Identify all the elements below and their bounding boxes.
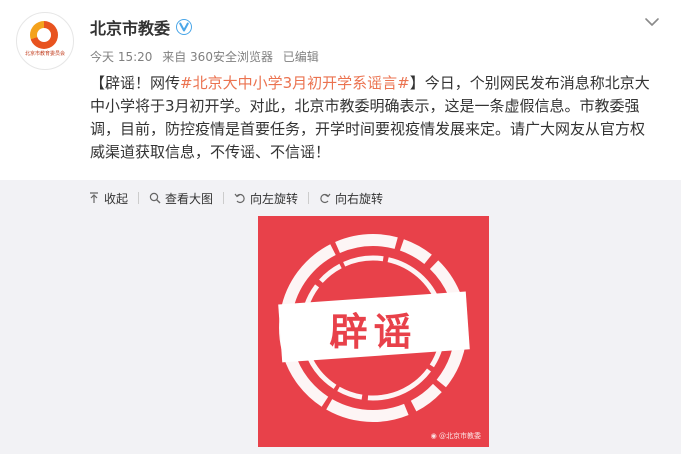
collapse-button[interactable]: 收起 [88,190,128,207]
rotate-right-button[interactable]: 向右旋转 [319,190,383,207]
media-actions: 收起 查看大图 向左旋转 向右旋转 [88,189,383,207]
chevron-down-icon[interactable] [642,14,662,28]
weibo-post: 北京市教育委员会 北京市教委 今天 15:20 来自 360安全浏览器 已编辑 … [0,0,681,454]
divider [308,192,310,204]
rotate-left-label: 向左旋转 [250,191,299,206]
edited-label[interactable]: 已编辑 [283,50,319,64]
image-watermark: ◉ @北京市教委 [431,431,481,441]
media-panel: 收起 查看大图 向左旋转 向右旋转 辟谣 ◉ @北京市教委 [0,180,681,454]
topic-link[interactable]: #北京大中小学3月初开学系谣言# [180,74,410,92]
rotate-left-icon [234,193,245,204]
view-large-button[interactable]: 查看大图 [149,190,213,207]
avatar-logo-text: 北京市教育委员会 [24,51,65,57]
avatar[interactable]: 北京市教育委员会 [16,12,74,70]
collapse-icon [90,192,98,203]
education-logo-icon [30,21,58,49]
author-name[interactable]: 北京市教委 [90,15,170,39]
post-time[interactable]: 今天 15:20 [90,50,152,64]
author-row: 北京市教委 [90,15,193,39]
post-image[interactable]: 辟谣 ◉ @北京市教委 [258,216,489,447]
post-body-prefix: 【辟谣！网传 [90,74,181,92]
rotate-left-button[interactable]: 向左旋转 [234,190,298,207]
divider [223,192,225,204]
view-large-label: 查看大图 [165,191,214,206]
post-source: 来自 360安全浏览器 [162,50,273,64]
watermark-text: @北京市教委 [439,432,481,440]
collapse-label: 收起 [104,191,129,206]
zoom-icon [149,192,161,204]
verified-icon [176,19,193,35]
weibo-icon: ◉ [430,432,439,440]
divider [138,192,140,204]
post-body: 【辟谣！网传#北京大中小学3月初开学系谣言#】今日，个别网民发布消息称北京大中小… [90,72,658,164]
post-meta: 今天 15:20 来自 360安全浏览器 已编辑 [90,48,325,65]
stamp-text: 辟谣 [329,310,418,354]
rotate-right-icon [320,193,331,204]
rotate-right-label: 向右旋转 [335,191,384,206]
